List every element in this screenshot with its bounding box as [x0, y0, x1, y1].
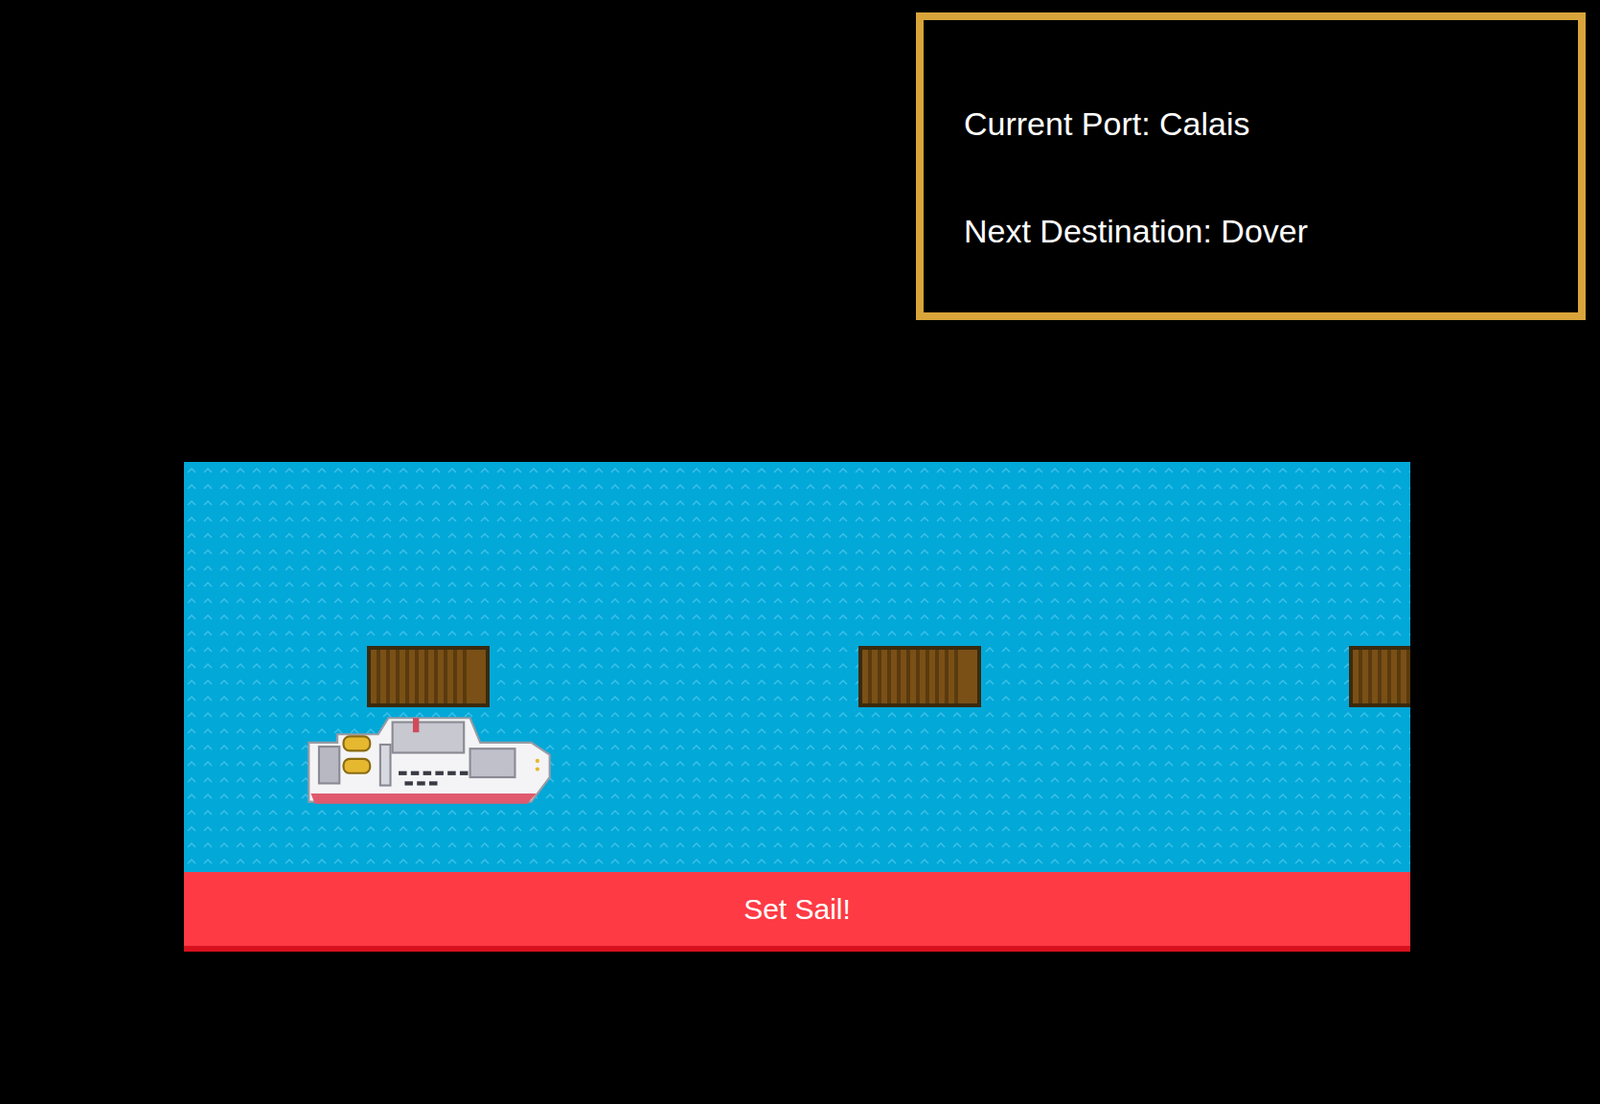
sea	[183, 461, 1411, 872]
ship-icon	[306, 713, 552, 808]
current-port: Current Port: Calais	[963, 104, 1559, 143]
info-panel: Current Port: Calais Next Destination: Do…	[915, 12, 1586, 320]
dock	[1348, 645, 1411, 708]
set-sail-button[interactable]: Set Sail!	[183, 871, 1411, 952]
next-destination: Next Destination: Dover	[963, 211, 1559, 251]
page: Current Port: Calais Next Destination: Do…	[0, 0, 1600, 1104]
dock	[366, 645, 490, 708]
dock	[858, 645, 982, 708]
